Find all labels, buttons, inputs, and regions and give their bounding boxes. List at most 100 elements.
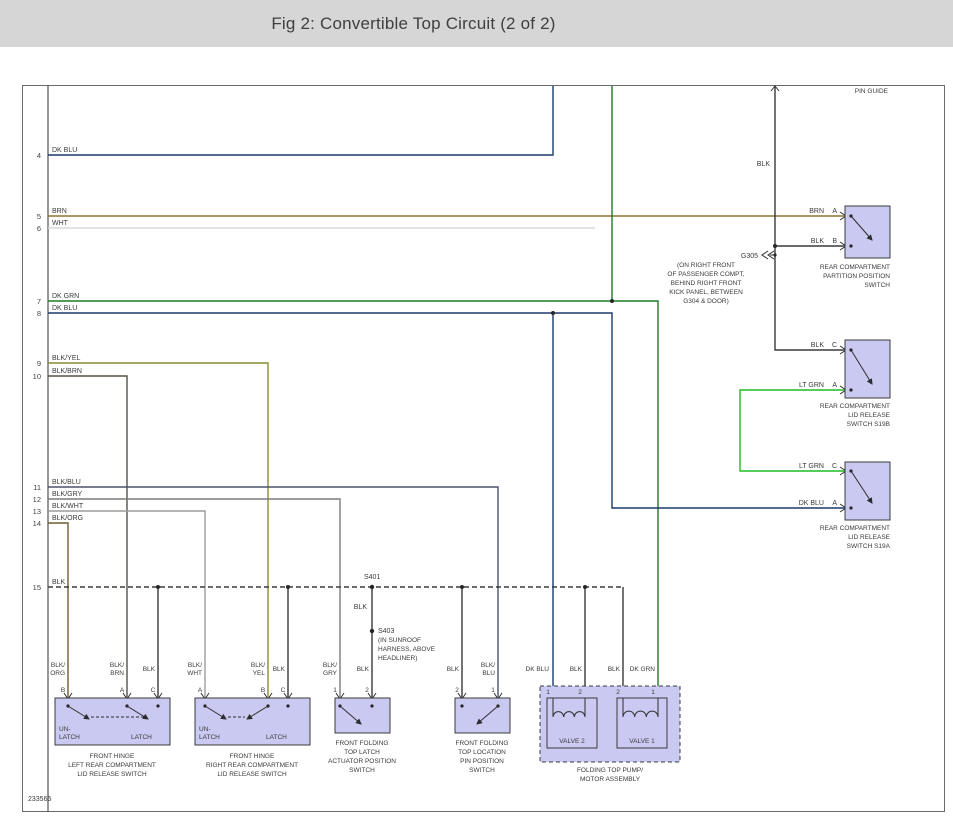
wire-label: DK BLU — [52, 305, 77, 312]
wire-label: GRY — [323, 670, 338, 677]
wire-label: LT GRN — [799, 463, 824, 470]
pin-number: 9 — [37, 359, 41, 368]
pin-guide-label: PIN GUIDE — [855, 88, 889, 95]
wire-blk-top-right — [775, 86, 845, 350]
splice-s403-dot — [370, 629, 374, 633]
switch-caption: REAR COMPARTMENT — [820, 264, 890, 271]
splice-s403: S403 (IN SUNROOF HARNESS, ABOVE HEADLINE… — [378, 628, 436, 662]
left-connector: 4 DK BLU 5 BRN 6 WHT 7 DK GRN 8 DK BLU 9… — [33, 147, 84, 592]
wires — [48, 86, 845, 698]
switch-caption: SWITCH — [864, 282, 890, 289]
switch-caption: REAR COMPARTMENT — [820, 403, 890, 410]
wire-label: BLK/WHT — [52, 503, 84, 510]
wire-label: BLU — [482, 670, 495, 677]
switch-caption: LID RELEASE — [848, 534, 891, 541]
wire-label: LT GRN — [799, 382, 824, 389]
wire-dk-blu-row4 — [48, 86, 553, 155]
pin-number: 6 — [37, 224, 41, 233]
wire-label: BLK/ — [323, 662, 337, 669]
wire-label: ORG — [50, 670, 65, 677]
wire-label: BLK — [608, 666, 621, 673]
partition-position-switch: BRN A BLK B REAR COMPARTMENT PARTITION P… — [809, 206, 890, 289]
wire-label: DK GRN — [52, 293, 79, 300]
switch-caption: PIN POSITION — [460, 758, 504, 765]
wire-label: BLK/ — [188, 662, 202, 669]
pin-number: 2 — [578, 689, 582, 696]
pin-number: 8 — [37, 309, 41, 318]
pin-number: 1 — [651, 689, 655, 696]
connector-arrow-icons — [64, 86, 846, 699]
switch-caption: FRONT HINGE — [90, 753, 135, 760]
splice-label: S403 — [378, 628, 394, 635]
position-label: LATCH — [59, 734, 80, 741]
pin-number: 7 — [37, 297, 41, 306]
wire-label: BRN — [52, 208, 67, 215]
switch-caption: ACTUATOR POSITION — [328, 758, 396, 765]
junction-dot — [286, 585, 290, 589]
assembly-caption: MOTOR ASSEMBLY — [580, 776, 641, 783]
valve-label: VALVE 2 — [559, 738, 585, 745]
pin-letter: B — [261, 687, 265, 694]
wire-label: BLK/BRN — [52, 368, 82, 375]
wire-label: BLK/YEL — [52, 355, 81, 362]
pin-number: 1 — [333, 687, 337, 694]
wire-label: BLK/ORG — [52, 515, 83, 522]
pin-number: 12 — [33, 495, 41, 504]
pin-letter: C — [832, 463, 837, 470]
ground-note: (ON RIGHT FRONT — [677, 262, 735, 269]
pin-letter: C — [151, 687, 156, 694]
ground-note: BEHIND RIGHT FRONT — [671, 280, 742, 287]
wire-label: BLK/ — [481, 662, 495, 669]
switch-caption: SWITCH — [349, 767, 375, 774]
pin-letter: C — [832, 342, 837, 349]
pin-number: 2 — [455, 687, 459, 694]
junction-dot — [156, 585, 160, 589]
switch-caption: TOP LATCH — [344, 749, 380, 756]
splice-s401-dot — [370, 585, 374, 589]
pin-number: 2 — [365, 687, 369, 694]
pin-number: 10 — [33, 372, 41, 381]
switch-caption: SWITCH S19A — [847, 543, 891, 550]
position-label: UN- — [199, 726, 211, 733]
switch-caption: FRONT FOLDING — [456, 740, 509, 747]
wire-label: BLK — [143, 666, 156, 673]
junction-dot — [583, 585, 587, 589]
assembly-caption: FOLDING TOP PUMP/ — [577, 767, 643, 774]
figure-title: Fig 2: Convertible Top Circuit (2 of 2) — [271, 14, 555, 34]
pin-letter: A — [832, 208, 837, 215]
wire-label: YEL — [253, 670, 266, 677]
switch-box — [335, 698, 390, 733]
pin-number: 1 — [491, 687, 495, 694]
wire-label: BLK — [52, 579, 66, 586]
switch-caption: TOP LOCATION — [458, 749, 506, 756]
pin-letter: C — [281, 687, 286, 694]
location-pin-position-switch: BLK BLK/ BLU 2 1 FRONT FOLDING TOP LOCAT… — [447, 662, 510, 774]
switch-caption: LID RELEASE — [848, 412, 891, 419]
junction-dot — [551, 311, 555, 315]
switch-box — [455, 698, 510, 733]
switch-caption: FRONT HINGE — [230, 753, 275, 760]
switch-caption: FRONT FOLDING — [336, 740, 389, 747]
wire-blk-brn-row10 — [48, 376, 127, 698]
wire-label: BRN — [110, 670, 124, 677]
switch-caption: PARTITION POSITION — [823, 273, 890, 280]
wire-label: DK GRN — [630, 666, 656, 673]
splice-note: HARNESS, ABOVE — [378, 646, 436, 653]
wire-label: BLK — [447, 666, 460, 673]
figure-title-bar: Fig 2: Convertible Top Circuit (2 of 2) — [0, 0, 953, 47]
wire-label: DK BLU — [52, 147, 77, 154]
junction-dot — [773, 244, 777, 248]
pin-number: 11 — [33, 483, 41, 492]
position-label: LATCH — [199, 734, 220, 741]
switch-caption: LID RELEASE SWITCH — [217, 771, 287, 778]
switch-caption: SWITCH — [469, 767, 495, 774]
pin-letter: A — [832, 382, 837, 389]
junction-dot — [460, 585, 464, 589]
wire-label: BLK — [811, 342, 825, 349]
wire-label: BLK/ — [51, 662, 65, 669]
splice-label: S401 — [364, 574, 380, 581]
valve-label: VALVE 1 — [629, 738, 655, 745]
pin-letter: B — [832, 238, 837, 245]
wire-dk-blu-row8 — [48, 313, 845, 698]
wire-label: BRN — [809, 208, 824, 215]
